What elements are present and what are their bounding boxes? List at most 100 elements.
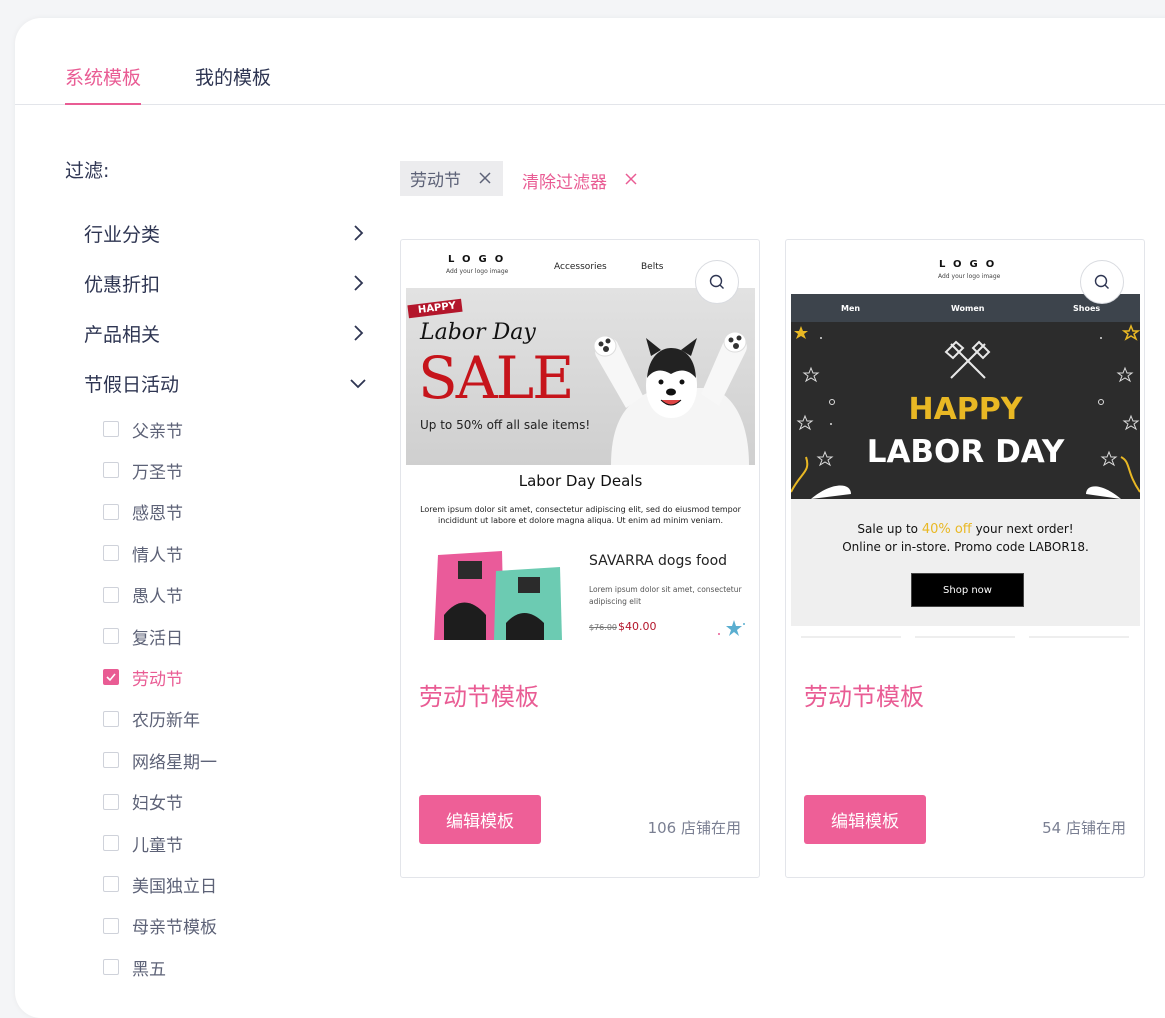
- holiday-option[interactable]: 网络星期一: [103, 747, 217, 773]
- holiday-option-label: 农历新年: [132, 711, 200, 732]
- checkbox[interactable]: [103, 752, 119, 769]
- chevron-right-icon: [354, 275, 364, 291]
- template-card[interactable]: LOGO Add your logo image Men Women Shoes: [785, 239, 1145, 878]
- checkbox[interactable]: [103, 959, 119, 976]
- promo-post: your next order!: [971, 522, 1074, 536]
- chevron-right-icon: [354, 225, 364, 241]
- checkbox[interactable]: [103, 793, 119, 810]
- chip-label: 劳动节: [410, 171, 461, 191]
- holiday-option[interactable]: 复活日: [103, 623, 183, 649]
- preview-logo: LOGO: [448, 254, 512, 265]
- holiday-option-label: 复活日: [132, 628, 183, 649]
- holiday-option-label: 情人节: [132, 545, 183, 566]
- holiday-option-label: 网络星期一: [132, 752, 217, 773]
- edit-template-button[interactable]: 编辑模板: [804, 795, 926, 844]
- template-name: 劳动节模板: [419, 683, 539, 711]
- clear-filters-link[interactable]: 清除过滤器: [522, 168, 607, 193]
- banner-labor-day: LABOR DAY: [866, 434, 1065, 470]
- template-card[interactable]: LOGO Add your logo image Accessories Bel…: [400, 239, 760, 878]
- holiday-option[interactable]: 万圣节: [103, 457, 183, 483]
- category-label: 优惠折扣: [84, 274, 161, 296]
- banner-sale: SALE: [418, 344, 574, 412]
- checkbox[interactable]: [103, 586, 119, 603]
- zoom-preview-button[interactable]: [1080, 260, 1124, 304]
- banner-happy: HAPPY: [908, 392, 1023, 427]
- holiday-option[interactable]: 妇女节: [103, 789, 183, 815]
- category-label: 产品相关: [84, 324, 161, 346]
- checkbox[interactable]: [103, 421, 119, 437]
- usage-count: 106 店铺在用: [647, 819, 741, 837]
- category-label: 行业分类: [84, 224, 161, 246]
- holiday-option-label: 母亲节模板: [132, 918, 217, 939]
- new-price: $40.00: [618, 620, 657, 633]
- preview-nav-item: Women: [951, 304, 985, 313]
- close-icon[interactable]: [477, 170, 493, 186]
- checkbox[interactable]: [103, 628, 119, 644]
- shop-now-button: Shop now: [911, 573, 1024, 607]
- checkbox[interactable]: [103, 710, 119, 727]
- promo-section: Sale up to 40% off your next order! Onli…: [791, 499, 1140, 626]
- holiday-option-label: 劳动节: [132, 669, 183, 690]
- category-discount[interactable]: 优惠折扣: [84, 270, 369, 300]
- banner-sub: Up to 50% off all sale items!: [420, 418, 591, 432]
- template-tabs: 系统模板 我的模板: [15, 18, 1165, 105]
- holiday-option[interactable]: 感恩节: [103, 499, 183, 525]
- checkbox[interactable]: [103, 876, 119, 893]
- holiday-option-label: 父亲节: [132, 421, 183, 442]
- search-icon: [709, 274, 724, 289]
- category-holiday[interactable]: 节假日活动: [84, 370, 369, 400]
- holiday-option-label: 美国独立日: [132, 876, 217, 897]
- holiday-option-label: 感恩节: [132, 504, 183, 525]
- preview-heading: Labor Day Deals: [518, 472, 643, 490]
- category-label: 节假日活动: [84, 374, 180, 396]
- holiday-option[interactable]: 儿童节: [103, 830, 183, 856]
- tab-system-templates[interactable]: 系统模板: [65, 63, 142, 105]
- chevron-down-icon: [350, 379, 366, 389]
- holiday-option[interactable]: 情人节: [103, 540, 183, 566]
- holiday-option-label: 儿童节: [132, 835, 183, 856]
- preview-hero-banner: HAPPY LABOR DAY: [791, 322, 1140, 499]
- holiday-option[interactable]: 愚人节: [103, 582, 183, 608]
- old-price: $76.00: [589, 623, 617, 632]
- checkbox[interactable]: [103, 835, 119, 851]
- chevron-right-icon: [354, 325, 364, 341]
- holiday-option[interactable]: 父亲节: [103, 416, 183, 442]
- dog-food-image: [434, 551, 562, 640]
- checkbox[interactable]: [103, 545, 119, 562]
- holiday-option[interactable]: 劳动节: [103, 664, 183, 690]
- product-name: SAVARRA dogs food: [589, 553, 728, 569]
- checkbox[interactable]: [103, 462, 119, 479]
- checkbox[interactable]: [103, 503, 119, 520]
- holiday-option[interactable]: 农历新年: [103, 706, 200, 732]
- close-icon[interactable]: [624, 172, 638, 186]
- promo-percent: 40% off: [921, 522, 972, 537]
- banner-tag: HAPPY: [407, 298, 463, 319]
- holiday-option-label: 妇女节: [132, 794, 183, 815]
- promo-line-1: Sale up to 40% off your next order!: [791, 522, 1140, 537]
- holiday-option-label: 万圣节: [132, 462, 183, 483]
- holiday-option[interactable]: 美国独立日: [103, 871, 217, 897]
- checkbox-checked[interactable]: [103, 669, 119, 686]
- zoom-preview-button[interactable]: [695, 260, 739, 304]
- holiday-option[interactable]: 黑五: [103, 954, 166, 980]
- preview-nav-item: Belts: [641, 262, 664, 272]
- holiday-option[interactable]: 母亲节模板: [103, 913, 217, 939]
- checkbox[interactable]: [103, 917, 119, 934]
- edit-template-button[interactable]: 编辑模板: [419, 795, 541, 844]
- tab-my-templates[interactable]: 我的模板: [195, 63, 271, 90]
- category-industry[interactable]: 行业分类: [84, 220, 369, 250]
- preview-hero-banner: HAPPY Labor Day SALE Up to 50% off all s…: [406, 288, 755, 465]
- category-product[interactable]: 产品相关: [84, 320, 369, 350]
- preview-logo: LOGO: [939, 259, 1003, 270]
- preview-logo-sub: Add your logo image: [938, 273, 1001, 280]
- template-preview: LOGO Add your logo image Accessories Bel…: [406, 240, 755, 640]
- filter-title: 过滤:: [65, 160, 110, 182]
- product-desc: Lorem ipsum dolor sit amet, consectetur …: [589, 585, 742, 606]
- usage-count: 54 店铺在用: [1042, 819, 1126, 837]
- dog-image: [593, 331, 749, 465]
- search-icon: [1094, 274, 1109, 289]
- holiday-option-label: 愚人节: [132, 587, 183, 608]
- promo-line-2: Online or in-store. Promo code LABOR18.: [842, 540, 1089, 554]
- preview-nav-item: Men: [841, 304, 861, 313]
- preview-nav-item: Shoes: [1073, 304, 1101, 313]
